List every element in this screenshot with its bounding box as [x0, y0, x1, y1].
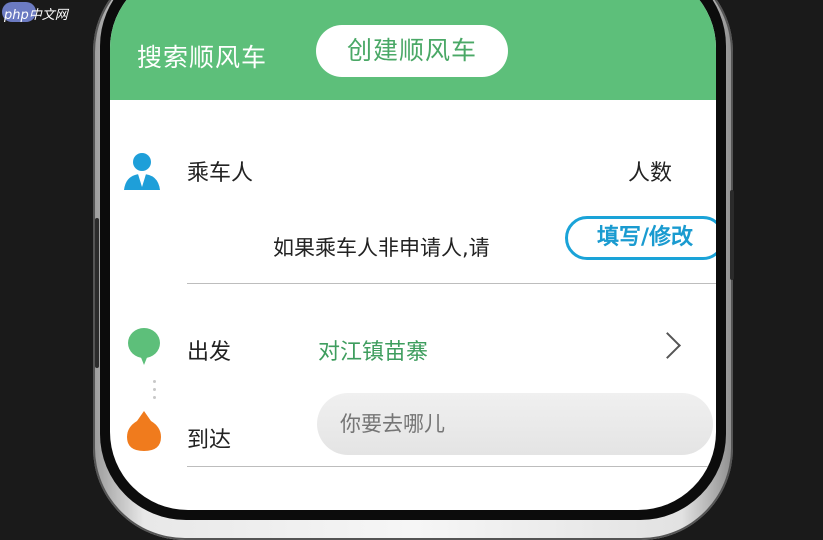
destination-label: 到达: [187, 428, 232, 453]
destination-pin-icon: [127, 411, 161, 451]
chevron-right-icon[interactable]: [654, 332, 681, 359]
header-bar: 搜索顺风车 创建顺风车: [110, 0, 716, 100]
passenger-count-label[interactable]: 人数: [628, 155, 672, 187]
destination-input[interactable]: [317, 393, 713, 455]
tab-search-ride[interactable]: 搜索顺风车: [137, 38, 267, 74]
route-dot: [153, 396, 156, 399]
origin-label: 出发: [187, 340, 232, 365]
side-button: [95, 218, 99, 368]
phone-screen: 搜索顺风车 创建顺风车 乘车人 人数 如果乘车人非申请人,请 填写/修改 出发 …: [100, 0, 726, 520]
tab-create-ride[interactable]: 创建顺风车: [316, 25, 508, 77]
watermark-text: php中文网: [4, 8, 68, 23]
route-dot: [153, 380, 156, 383]
route-dot: [153, 388, 156, 391]
app-display: 搜索顺风车 创建顺风车 乘车人 人数 如果乘车人非申请人,请 填写/修改 出发 …: [110, 0, 716, 510]
passenger-label: 乘车人: [187, 161, 254, 186]
edit-passenger-button[interactable]: 填写/修改: [565, 216, 716, 260]
origin-pin-icon: [128, 328, 160, 365]
passenger-hint: 如果乘车人非申请人,请: [273, 236, 490, 260]
divider: [187, 283, 716, 284]
origin-value[interactable]: 对江镇苗寨: [318, 334, 428, 366]
side-button: [730, 190, 734, 280]
divider: [187, 466, 716, 467]
person-icon: [124, 153, 160, 190]
watermark-logo: php中文网: [2, 2, 86, 23]
